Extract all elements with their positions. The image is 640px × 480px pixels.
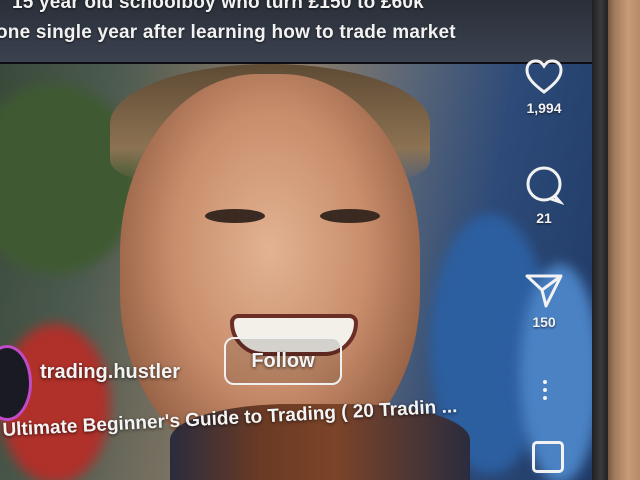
like-count: 1,994 [526,100,562,116]
comment-action[interactable]: 21 [514,164,574,226]
share-icon[interactable] [514,270,574,310]
banner-line-1: 15 year old schoolboy who turn £150 to £… [12,0,424,13]
banner-line-2: one single year after learning how to tr… [0,22,456,43]
share-action[interactable]: 150 [514,270,574,330]
comment-count: 21 [536,210,552,226]
more-icon[interactable] [540,380,550,410]
audio-thumbnail-icon[interactable] [532,441,564,473]
phone-screen: 15 year old schoolboy who turn £150 to £… [0,0,592,480]
caption-banner: 15 year old schoolboy who turn £150 to £… [0,0,592,64]
comment-icon[interactable] [514,164,574,206]
like-action[interactable]: 1,994 [514,58,574,116]
heart-icon[interactable] [514,58,574,96]
phone-bezel [590,0,608,480]
share-count: 150 [532,314,556,330]
username[interactable]: trading.hustler [40,361,180,384]
follow-button[interactable]: Follow [224,337,342,385]
eye [205,209,265,223]
eye [320,209,380,223]
